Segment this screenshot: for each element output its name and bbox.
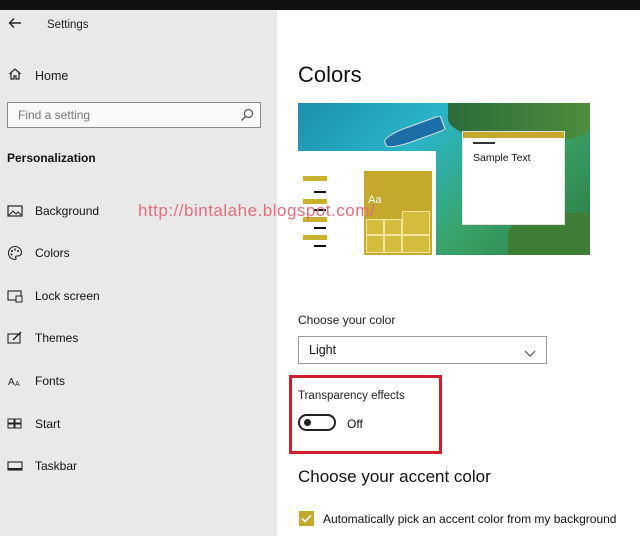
sidebar-item-lock-screen[interactable]: Lock screen [7,286,100,306]
palette-icon [7,245,23,261]
choose-color-label: Choose your color [298,313,396,327]
search-placeholder: Find a setting [18,108,91,122]
sidebar-item-label: Taskbar [35,459,78,473]
sidebar-item-label: Colors [35,246,70,260]
search-input[interactable]: Find a setting [7,102,261,128]
preview-tile [366,219,384,235]
sidebar: Settings Home Find a setting Personaliza… [0,10,277,536]
page-title: Colors [298,62,362,87]
choose-color-dropdown[interactable]: Light [298,336,547,364]
preview-tile [384,235,402,253]
preview-window-line [473,142,495,144]
highlight-box [289,375,442,454]
sidebar-item-background[interactable]: Background [7,201,99,221]
back-arrow-icon[interactable] [6,16,24,34]
main-content: Colors Aa Sample Text Choose your color … [277,10,640,536]
svg-text:A: A [15,381,20,388]
preview-window: Sample Text [462,131,565,225]
search-icon[interactable] [240,108,254,122]
preview-tile [402,235,430,253]
sidebar-item-start[interactable]: Start [7,414,60,434]
home-icon [8,67,22,86]
sidebar-item-label: Fonts [35,374,66,388]
taskbar-icon [7,458,23,474]
watermark-text: http://bintalahe.blogspot.com/ [138,201,376,220]
preview-line [314,227,326,229]
svg-text:A: A [8,377,15,388]
auto-accent-checkbox[interactable] [299,511,314,526]
app-title: Settings [47,19,89,31]
image-icon [7,203,23,219]
sidebar-item-label: Themes [35,331,79,345]
preview-line [314,245,326,247]
themes-icon [7,330,23,346]
sidebar-item-label: Start [35,417,61,431]
preview-bar [303,176,327,181]
fonts-icon: AA [7,373,23,389]
auto-accent-label: Automatically pick an accent color from … [323,512,617,526]
sidebar-item-taskbar[interactable]: Taskbar [7,456,77,476]
preview-tile [366,235,384,253]
preview-bar [303,235,327,240]
theme-preview-image: Aa Sample Text [298,103,590,255]
start-icon [7,416,23,432]
sidebar-item-colors[interactable]: Colors [7,243,70,263]
accent-section-title: Choose your accent color [298,467,491,486]
preview-line [314,191,326,193]
sidebar-item-home[interactable]: Home [8,67,68,85]
section-title: Personalization [7,151,96,165]
lock-screen-icon [7,288,23,304]
preview-tile [402,211,430,235]
top-dark-strip [0,0,640,10]
dropdown-value: Light [309,343,337,357]
preview-sample-text: Sample Text [473,152,531,164]
sidebar-item-label: Background [35,204,100,218]
sidebar-item-label: Home [35,69,69,83]
sidebar-item-themes[interactable]: Themes [7,328,78,348]
preview-window-titlebar [463,132,564,138]
checkmark-icon [301,514,312,523]
sidebar-item-label: Lock screen [35,289,100,303]
chevron-down-icon [524,345,536,357]
preview-tile [384,219,402,235]
sidebar-item-fonts[interactable]: AA Fonts [7,371,65,391]
preview-boat [382,114,446,152]
